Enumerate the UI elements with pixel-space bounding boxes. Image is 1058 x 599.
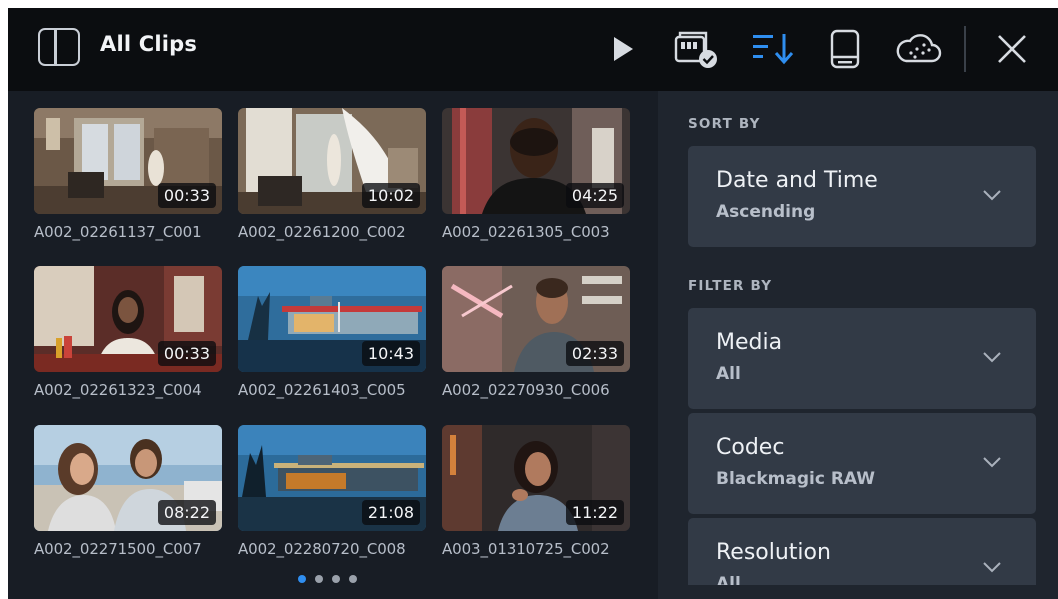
clip-grid: 00:33 A002_02261137_C001 10:02 A002_0226… xyxy=(34,108,634,578)
page-dot-4[interactable] xyxy=(349,575,357,583)
filter-media-title: Media xyxy=(716,330,783,355)
top-bar: All Clips xyxy=(8,8,1058,91)
clip-name: A002_02280720_C008 xyxy=(238,540,406,558)
clip-name: A002_02261137_C001 xyxy=(34,223,202,241)
filter-codec-dropdown[interactable]: Codec Blackmagic RAW xyxy=(688,413,1036,514)
clip-thumbnail[interactable]: 00:33 xyxy=(34,108,222,214)
clip-thumbnail[interactable]: 02:33 xyxy=(442,266,630,372)
chevron-down-icon xyxy=(982,348,1002,367)
clip-duration: 02:33 xyxy=(565,341,624,366)
sort-icon[interactable] xyxy=(750,30,796,68)
filter-codec-title: Codec xyxy=(716,435,785,460)
page-dot-1[interactable] xyxy=(298,575,306,583)
clip-duration: 10:02 xyxy=(361,183,420,208)
clip-name: A003_01310725_C002 xyxy=(442,540,610,558)
page-dot-3[interactable] xyxy=(332,575,340,583)
filter-codec-value: Blackmagic RAW xyxy=(716,469,876,489)
filter-resolution-value: All xyxy=(716,574,741,585)
sort-dropdown[interactable]: Date and Time Ascending xyxy=(688,146,1036,247)
sort-filter-scroll[interactable]: SORT BY Date and Time Ascending FILTER B… xyxy=(658,91,1058,585)
clip-thumbnail[interactable]: 08:22 xyxy=(34,425,222,531)
chevron-down-icon xyxy=(982,186,1002,205)
clip-thumbnail[interactable]: 11:22 xyxy=(442,425,630,531)
play-icon[interactable] xyxy=(608,30,638,68)
clip-thumbnail[interactable]: 21:08 xyxy=(238,425,426,531)
clip-item[interactable]: 21:08 A002_02280720_C008 xyxy=(238,425,426,558)
close-icon[interactable] xyxy=(992,30,1032,68)
clip-duration: 11:22 xyxy=(565,500,624,525)
clip-thumbnail[interactable]: 10:02 xyxy=(238,108,426,214)
clip-thumbnail[interactable]: 04:25 xyxy=(442,108,630,214)
sort-filter-panel: SORT BY Date and Time Ascending FILTER B… xyxy=(658,91,1058,599)
clip-name: A002_02261305_C003 xyxy=(442,223,610,241)
filter-by-label: FILTER BY xyxy=(688,278,773,294)
clip-duration: 08:22 xyxy=(157,500,216,525)
sort-by-label: SORT BY xyxy=(688,116,761,132)
chevron-down-icon xyxy=(982,558,1002,577)
device-screen: All Clips 00:33 A002_02261137_C001 10:02… xyxy=(8,8,1058,599)
drive-icon[interactable] xyxy=(828,29,862,69)
filter-media-value: All xyxy=(716,364,741,384)
clip-item[interactable]: 00:33 A002_02261323_C004 xyxy=(34,266,222,399)
clip-item[interactable]: 08:22 A002_02271500_C007 xyxy=(34,425,222,558)
page-dot-2[interactable] xyxy=(315,575,323,583)
clip-item[interactable]: 04:25 A002_02261305_C003 xyxy=(442,108,630,241)
chevron-down-icon xyxy=(982,453,1002,472)
sort-title: Date and Time xyxy=(716,168,878,193)
clip-item[interactable]: 10:43 A002_02261403_C005 xyxy=(238,266,426,399)
clip-name: A002_02270930_C006 xyxy=(442,381,610,399)
sidebar-toggle-icon[interactable] xyxy=(38,28,80,66)
clip-item[interactable]: 02:33 A002_02270930_C006 xyxy=(442,266,630,399)
clip-item[interactable]: 11:22 A003_01310725_C002 xyxy=(442,425,630,558)
clip-item[interactable]: 00:33 A002_02261137_C001 xyxy=(34,108,222,241)
pagination-dots xyxy=(298,575,357,583)
clip-duration: 10:43 xyxy=(361,341,420,366)
clip-name: A002_02271500_C007 xyxy=(34,540,202,558)
filter-resolution-dropdown[interactable]: Resolution All xyxy=(688,518,1036,585)
cloud-icon[interactable] xyxy=(894,30,942,68)
clip-name: A002_02261200_C002 xyxy=(238,223,406,241)
sort-value: Ascending xyxy=(716,202,816,222)
clip-name: A002_02261403_C005 xyxy=(238,381,406,399)
clip-thumbnail[interactable]: 10:43 xyxy=(238,266,426,372)
clip-item[interactable]: 10:02 A002_02261200_C002 xyxy=(238,108,426,241)
card-check-icon[interactable] xyxy=(672,30,720,68)
page-title: All Clips xyxy=(100,32,198,56)
clip-duration: 00:33 xyxy=(157,341,216,366)
header-divider xyxy=(964,26,966,72)
clip-duration: 00:33 xyxy=(157,183,216,208)
clip-thumbnail[interactable]: 00:33 xyxy=(34,266,222,372)
filter-media-dropdown[interactable]: Media All xyxy=(688,308,1036,409)
clip-duration: 04:25 xyxy=(565,183,624,208)
clip-duration: 21:08 xyxy=(361,500,420,525)
clip-name: A002_02261323_C004 xyxy=(34,381,202,399)
filter-resolution-title: Resolution xyxy=(716,540,831,565)
